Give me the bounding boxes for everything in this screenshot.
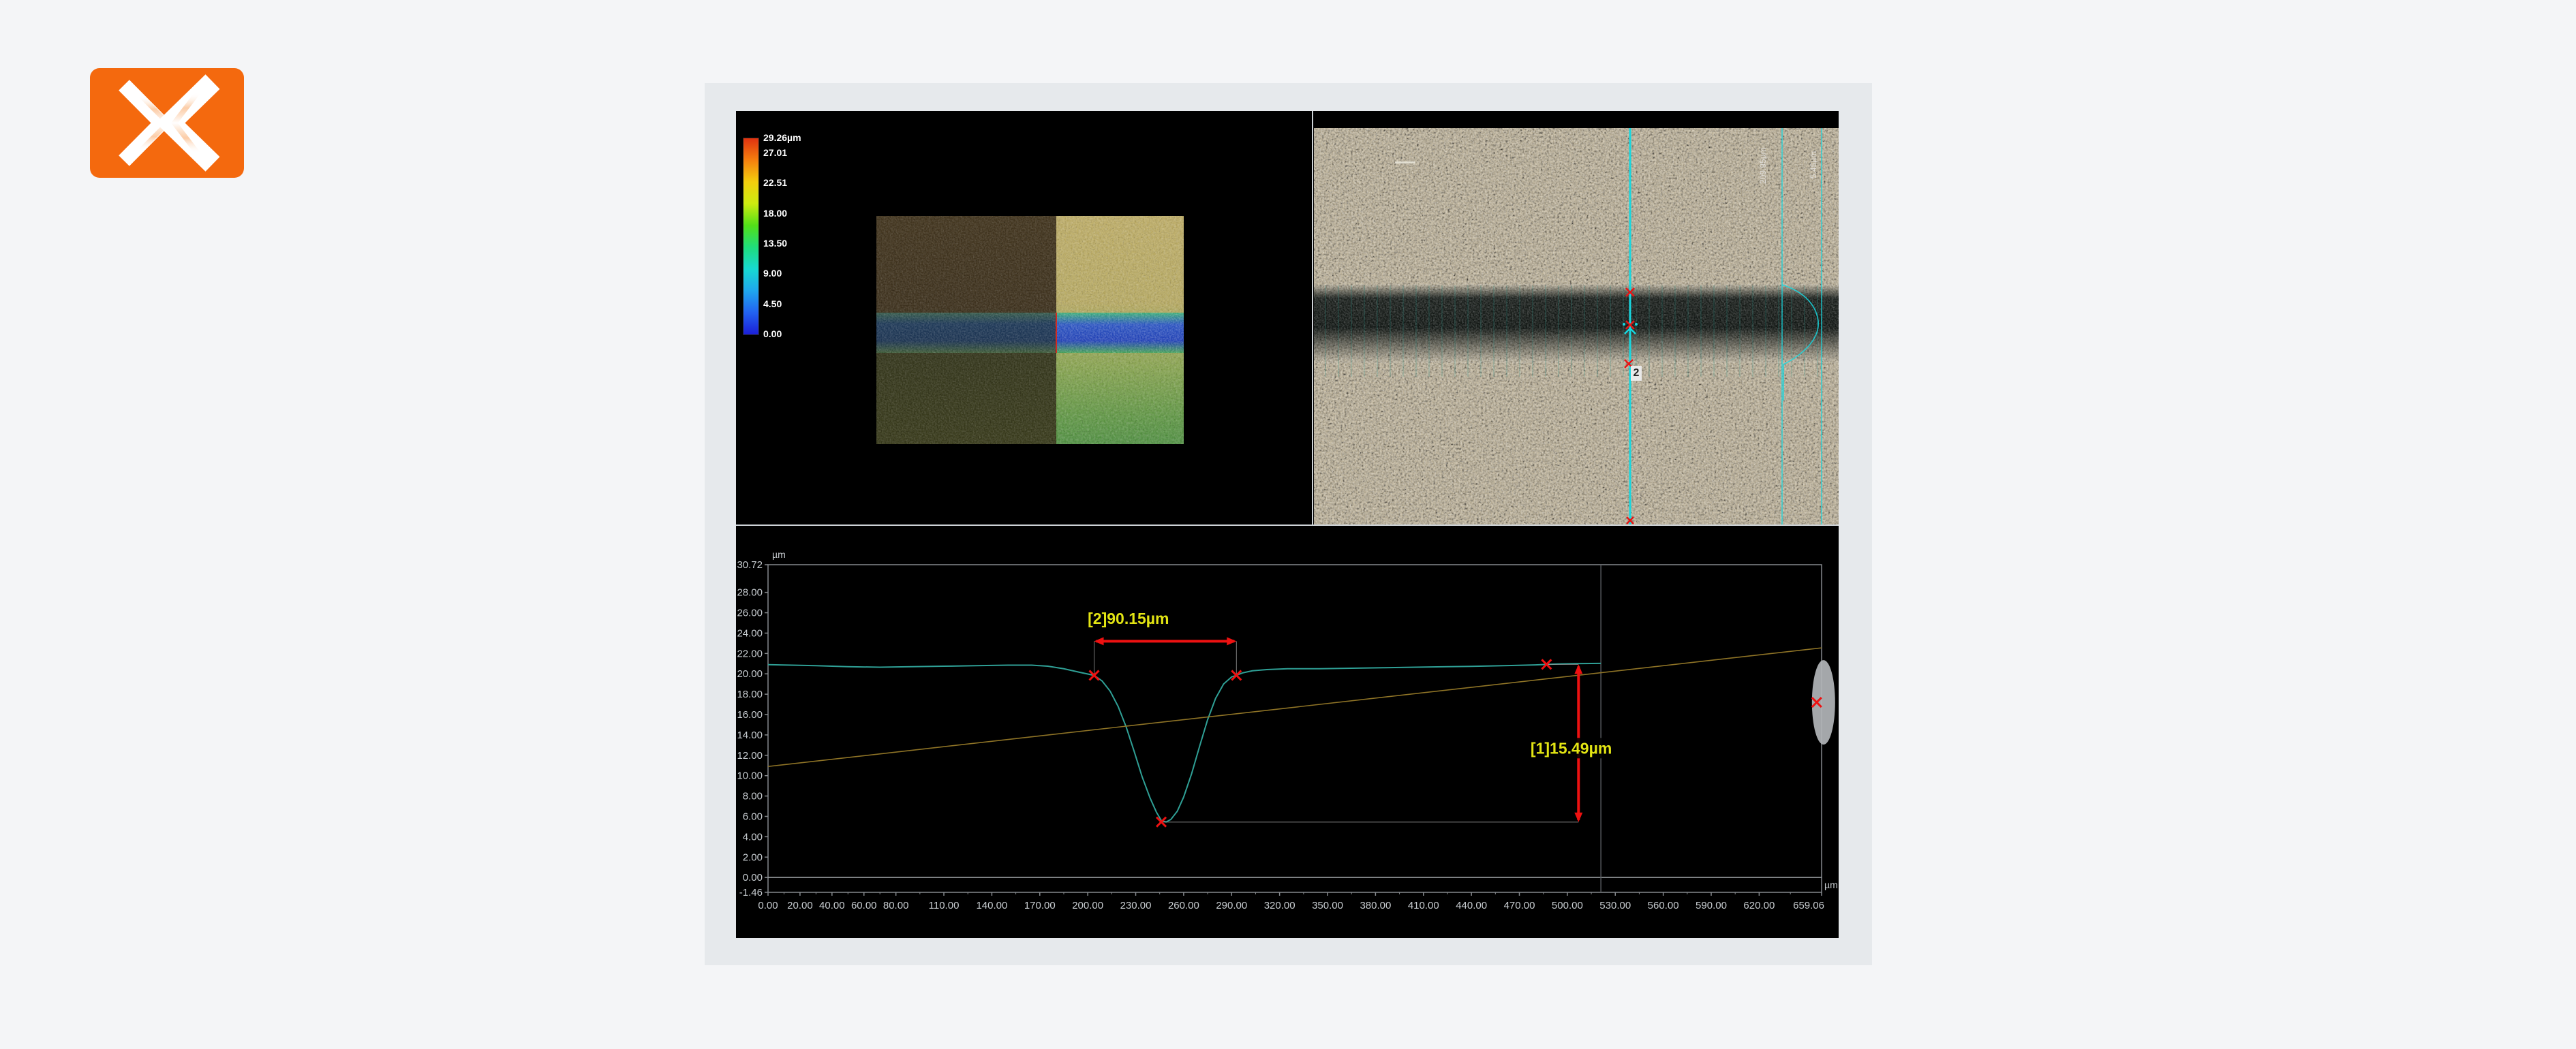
- x-tick-label: 110.00: [929, 900, 960, 911]
- x-tick-label: 20.00: [787, 900, 813, 911]
- colorbar-tick-label: 18.00: [763, 208, 787, 218]
- x-tick-label: 659.06: [1793, 900, 1824, 911]
- x-tick-label: 0.00: [758, 900, 778, 911]
- y-tick-label: 10.00: [737, 770, 763, 782]
- y-tick-label: 26.00: [737, 608, 763, 619]
- x-tick-label: 380.00: [1360, 900, 1391, 911]
- height-colorbar: [743, 138, 759, 335]
- depth-measurement-label: [1]15.49µm: [1531, 739, 1612, 757]
- colorbar-tick-label: 9.00: [763, 268, 782, 278]
- y-axis-unit: µm: [772, 549, 786, 560]
- y-tick-label: 2.00: [743, 851, 763, 863]
- y-tick-label: 0.00: [743, 872, 763, 883]
- profile-chart[interactable]: 30.72 28.00 26.00 24.00 22.00 20.00 18.00 16.00…: [736, 526, 1839, 938]
- measurement-app-panel: 29.26µm 27.01 22.51 18.00 13.50 9.00 4.50 0.00: [705, 83, 1872, 965]
- colorbar-tick-label: 27.01: [763, 148, 787, 157]
- microscope-image[interactable]: 209.95µm 5.45µm 2: [1314, 128, 1839, 524]
- y-tick-label: -1.46: [739, 887, 763, 898]
- height-map-left-half: [876, 216, 1056, 444]
- y-tick-label: 8.00: [743, 791, 763, 802]
- width-measurement-label: [2]90.15µm: [1088, 610, 1169, 627]
- y-tick-label: 28.00: [737, 587, 763, 599]
- x-tick-label: 320.00: [1264, 900, 1295, 911]
- x-tick-label: 140.00: [976, 900, 1007, 911]
- y-tick-label: 30.72: [737, 559, 763, 571]
- colorbar-tick-label: 4.50: [763, 299, 782, 309]
- groove-band-dim: [876, 313, 1056, 353]
- y-tick-label: 16.00: [737, 709, 763, 721]
- quadrant-divider-vertical: [1312, 111, 1313, 526]
- x-tick-label: 40.00: [819, 900, 845, 911]
- section-distance-label-2: 5.45µm: [1809, 151, 1818, 178]
- height-map-image[interactable]: [876, 216, 1184, 444]
- x-tick-label: 230.00: [1120, 900, 1152, 911]
- x-tick-label: 290.00: [1216, 900, 1247, 911]
- x-tick-label: 500.00: [1552, 900, 1583, 911]
- y-tick-label: 12.00: [737, 750, 763, 762]
- scale-dash: [1395, 161, 1415, 163]
- colorbar-tick-label: 22.51: [763, 178, 787, 187]
- x-tick-label: 620.00: [1743, 900, 1775, 911]
- height-map-view[interactable]: 29.26µm 27.01 22.51 18.00 13.50 9.00 4.50 0.00: [736, 111, 1312, 524]
- x-tick-label: 260.00: [1168, 900, 1199, 911]
- x-tick-label: 530.00: [1599, 900, 1631, 911]
- colorbar-tick-label: 29.26µm: [763, 133, 801, 142]
- viewer-content-area: 29.26µm 27.01 22.51 18.00 13.50 9.00 4.50 0.00: [736, 111, 1839, 938]
- colorbar-tick-label: 0.00: [763, 329, 782, 339]
- x-tick-label: 410.00: [1408, 900, 1439, 911]
- y-tick-label: 20.00: [737, 668, 763, 680]
- x-tick-label: 350.00: [1312, 900, 1343, 911]
- y-tick-label: 4.00: [743, 831, 763, 843]
- x-tick-label: 170.00: [1024, 900, 1056, 911]
- x-tick-label: 440.00: [1456, 900, 1487, 911]
- x-tick-label: 590.00: [1696, 900, 1727, 911]
- section-distance-label: 209.95µm: [1758, 147, 1768, 184]
- page: { "page": {"background": "#f4f5f7", "pan…: [0, 0, 2576, 1049]
- inline-profile-curve: [1782, 285, 1818, 401]
- x-tick-label: 60.00: [851, 900, 877, 911]
- height-map-right-half: [1056, 216, 1184, 444]
- groove-band-bright: [1056, 313, 1184, 353]
- x-axis-unit: µm: [1824, 879, 1838, 890]
- section-number-badge: 2: [1631, 366, 1642, 381]
- y-tick-label: 22.00: [737, 648, 763, 659]
- brand-logo[interactable]: [90, 68, 244, 178]
- x-tick-label: 80.00: [883, 900, 909, 911]
- x-tick-label: 560.00: [1648, 900, 1679, 911]
- plot-frame: [768, 565, 1822, 892]
- y-tick-label: 24.00: [737, 627, 763, 639]
- profile-position-marker[interactable]: [1056, 313, 1057, 353]
- microscope-view[interactable]: 209.95µm 5.45µm 2: [1314, 111, 1839, 524]
- y-tick-label: 14.00: [737, 730, 763, 741]
- colorbar-tick-label: 13.50: [763, 238, 787, 248]
- y-tick-label: 6.00: [743, 811, 763, 822]
- x-tick-label: 470.00: [1504, 900, 1535, 911]
- reference-line: [768, 648, 1822, 766]
- x-tick-label: 200.00: [1072, 900, 1103, 911]
- y-tick-label: 18.00: [737, 689, 763, 700]
